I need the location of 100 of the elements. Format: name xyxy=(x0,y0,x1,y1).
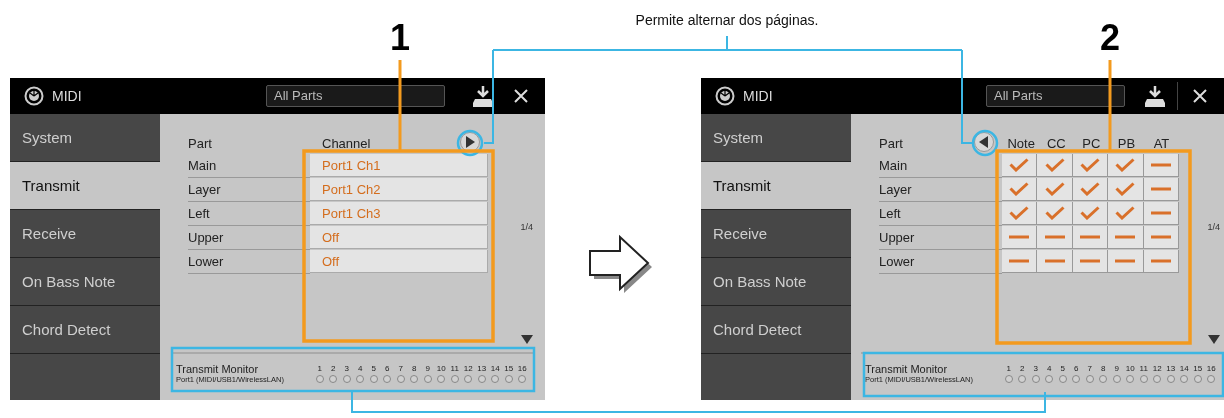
sidebar-tab[interactable]: Chord Detect xyxy=(701,306,851,353)
dash-icon xyxy=(1150,163,1171,167)
toggle-cell[interactable] xyxy=(1072,250,1109,273)
check-icon xyxy=(1115,182,1136,196)
toggle-cell[interactable] xyxy=(1143,202,1180,225)
channel-number: 6 xyxy=(1073,364,1080,373)
toggle-cell[interactable] xyxy=(1001,226,1038,249)
column-header: Note xyxy=(1006,135,1036,151)
triangle-left-icon xyxy=(979,136,989,148)
toggle-cell[interactable] xyxy=(1037,250,1073,273)
toggle-cell[interactable] xyxy=(1037,226,1073,249)
channel-number: 5 xyxy=(1059,364,1066,373)
close-icon xyxy=(513,88,529,104)
caption-text: Permite alternar dos páginas. xyxy=(634,12,820,28)
toggle-cell[interactable] xyxy=(1001,202,1038,225)
channel-number: 1 xyxy=(316,364,323,373)
channel-number: 3 xyxy=(343,364,350,373)
sidebar-tab[interactable]: On Bass Note xyxy=(10,258,160,305)
monitor-title: Transmit Monitor xyxy=(176,362,259,375)
toggle-cell[interactable] xyxy=(1072,226,1109,249)
check-icon xyxy=(1044,182,1065,196)
channel-number: 7 xyxy=(397,364,404,373)
toggle-cell[interactable] xyxy=(1108,202,1144,225)
toggle-cell[interactable] xyxy=(1143,226,1180,249)
part-label: Upper xyxy=(879,226,1002,250)
callout-number: 1 xyxy=(389,18,411,58)
column-header: AT xyxy=(1152,135,1171,151)
download-icon xyxy=(472,84,494,108)
sidebar-tab[interactable]: System xyxy=(10,114,160,161)
close-icon xyxy=(1192,88,1208,104)
toggle-cell[interactable] xyxy=(1037,154,1073,177)
channel-number: 7 xyxy=(1086,364,1093,373)
check-icon xyxy=(1044,206,1065,220)
part-filter-field[interactable]: All Parts xyxy=(266,85,445,107)
scroll-down-icon[interactable] xyxy=(1208,335,1220,344)
highlight-ring xyxy=(456,129,484,157)
part-label: Lower xyxy=(879,250,1002,274)
triangle-right-icon xyxy=(465,136,475,148)
dash-icon xyxy=(1044,235,1065,239)
dash-icon xyxy=(1115,235,1136,239)
part-label: Main xyxy=(879,154,1002,178)
check-icon xyxy=(1079,182,1100,196)
check-icon xyxy=(1009,206,1030,220)
column-header: PC xyxy=(1081,135,1102,151)
toggle-cell[interactable] xyxy=(1037,202,1073,225)
toggle-cell[interactable] xyxy=(1072,154,1109,177)
toggle-cell[interactable] xyxy=(1001,250,1038,273)
check-icon xyxy=(1044,158,1065,172)
toggle-cell[interactable] xyxy=(1072,178,1109,201)
callout-number: 2 xyxy=(1099,18,1121,58)
channel-number: 11 xyxy=(449,364,460,373)
dash-icon xyxy=(1044,259,1065,263)
check-icon xyxy=(1009,158,1030,172)
part-label: Left xyxy=(879,202,1002,226)
toggle-cell[interactable] xyxy=(1108,178,1144,201)
sidebar-tab[interactable]: Transmit xyxy=(10,162,160,209)
toggle-cell[interactable] xyxy=(1001,178,1038,201)
sidebar-tab[interactable]: System xyxy=(701,114,851,161)
dash-icon xyxy=(1115,259,1136,263)
dash-icon xyxy=(1150,211,1171,215)
channel-number: 10 xyxy=(435,364,447,373)
channel-number: 14 xyxy=(1178,364,1190,373)
toggle-cell[interactable] xyxy=(1072,202,1109,225)
channel-number: 5 xyxy=(370,364,377,373)
dash-icon xyxy=(1150,259,1171,263)
monitor-title: Transmit Monitor xyxy=(865,362,948,375)
sidebar-tab[interactable]: Receive xyxy=(10,210,160,257)
toggle-cell[interactable] xyxy=(1001,154,1038,177)
channel-number: 8 xyxy=(1100,364,1107,373)
sidebar-tab[interactable]: Chord Detect xyxy=(10,306,160,353)
dash-icon xyxy=(1150,235,1171,239)
part-filter-field[interactable]: All Parts xyxy=(986,85,1125,107)
channel-number: 1 xyxy=(1005,364,1012,373)
sidebar-tab[interactable]: Receive xyxy=(701,210,851,257)
toggle-cell[interactable] xyxy=(1108,250,1144,273)
highlight-ring xyxy=(971,129,999,157)
part-label: Layer xyxy=(879,178,1002,202)
toggle-cell[interactable] xyxy=(1143,250,1180,273)
toggle-cell[interactable] xyxy=(1108,154,1144,177)
sidebar-tab[interactable]: Transmit xyxy=(701,162,851,209)
sidebar-tab[interactable]: On Bass Note xyxy=(701,258,851,305)
channel-number: 15 xyxy=(503,364,515,373)
toggle-cell[interactable] xyxy=(1108,226,1144,249)
channel-number: 3 xyxy=(1032,364,1039,373)
scroll-down-icon[interactable] xyxy=(521,335,533,344)
check-icon xyxy=(1115,158,1136,172)
column-header: Part xyxy=(188,135,213,151)
channel-number: 6 xyxy=(384,364,391,373)
check-icon xyxy=(1115,206,1136,220)
toggle-cell[interactable] xyxy=(1037,178,1073,201)
column-header: CC xyxy=(1045,135,1067,151)
window-title: MIDI xyxy=(743,88,774,104)
channel-number: 10 xyxy=(1124,364,1136,373)
check-icon xyxy=(1079,158,1100,172)
channel-number: 13 xyxy=(1165,364,1177,373)
toggle-cell[interactable] xyxy=(1143,154,1180,177)
channel-number: 2 xyxy=(330,364,337,373)
channel-number: 4 xyxy=(1046,364,1053,373)
window-title: MIDI xyxy=(52,88,83,104)
toggle-cell[interactable] xyxy=(1143,178,1180,201)
